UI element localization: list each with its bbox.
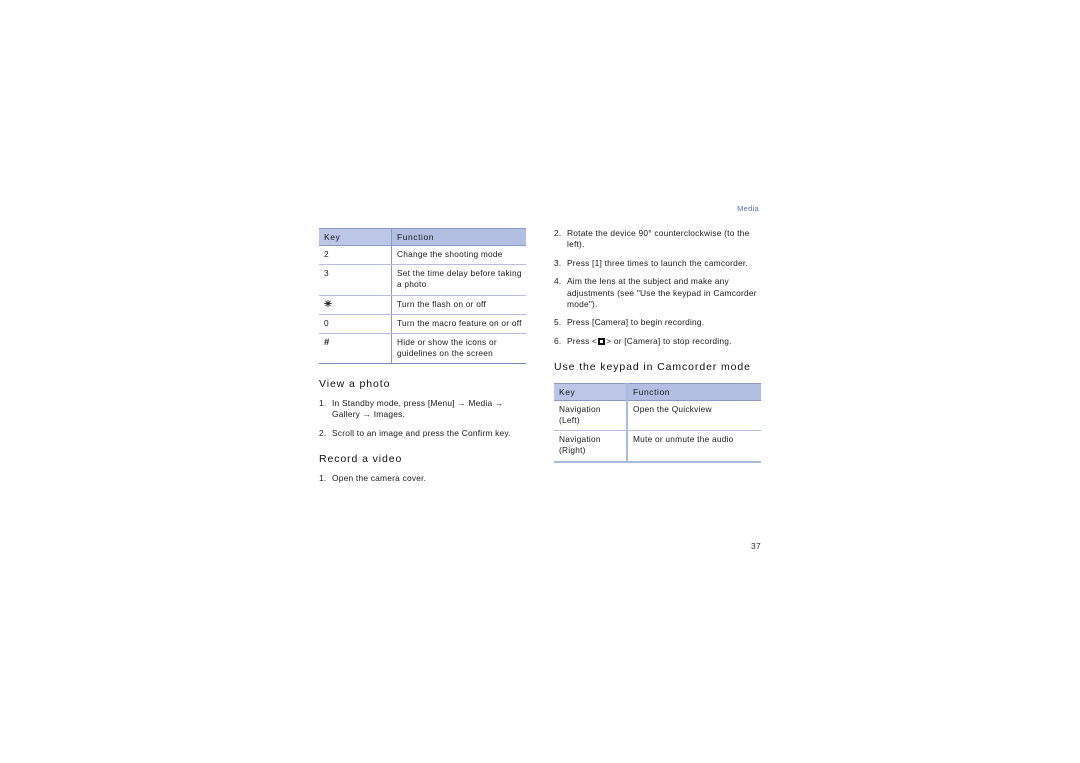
table-row: Navigation (Left) Open the Quickview (554, 400, 761, 432)
table-row: 0 Turn the macro feature on or off (319, 314, 526, 335)
table-row: # Hide or show the icons or guidelines o… (319, 333, 526, 365)
list-item: 6. Press < > or [Camera] to stop recordin… (554, 336, 761, 347)
table-cell-function: Open the Quickview (627, 400, 761, 432)
softkey-square-icon (598, 337, 606, 345)
heading-record-a-video: Record a video (319, 453, 403, 466)
list-marker: 2. (319, 427, 327, 438)
list-item-text: Aim the lens at the subject and make any… (567, 276, 757, 310)
table-header-row: Key Function (554, 383, 761, 401)
right-column: 2. Rotate the device 90° counterclockwis… (554, 228, 761, 463)
table-cell-function: Turn the macro feature on or off (391, 314, 526, 335)
list-item-text: Rotate the device 90° counterclockwise (… (567, 228, 750, 250)
left-column: Key Function 2 Change the shooting mode … (319, 228, 526, 484)
list-item: 4. Aim the lens at the subject and make … (554, 276, 761, 310)
table-cell-key: # (319, 333, 392, 365)
list-item-text: Press [Camera] to begin recording. (567, 317, 705, 328)
document-page: Media Key Function 2 Change the shooting… (0, 0, 1080, 763)
pound-key-icon: # (324, 337, 330, 349)
table-cell-key: 2 (319, 245, 392, 266)
table-header-key: Key (319, 228, 392, 246)
table-header-function: Function (627, 383, 761, 401)
table-cell-key: Navigation (Right) (554, 430, 628, 463)
list-item-text: Press [1] three times to launch the camc… (567, 257, 748, 268)
table-header-row: Key Function (319, 228, 526, 246)
list-item-text: In Standby mode, press [Menu] → Media → … (332, 397, 504, 420)
list-item: 2. Rotate the device 90° counterclockwis… (554, 228, 761, 251)
camera-key-table: Key Function 2 Change the shooting mode … (319, 228, 526, 365)
table-cell-function: Hide or show the icons or guidelines on … (391, 333, 526, 365)
list-item: 1. In Standby mode, press [Menu] → Media… (319, 398, 526, 421)
list-marker: 1. (319, 472, 327, 483)
record-video-steps-continued: 2. Rotate the device 90° counterclockwis… (554, 228, 761, 347)
running-header: Media (737, 204, 759, 213)
table-header-function: Function (391, 228, 526, 246)
list-marker: 4. (554, 276, 562, 287)
table-cell-key: Navigation (Left) (554, 400, 628, 432)
camcorder-key-table: Key Function Navigation (Left) Open the … (554, 382, 761, 463)
list-marker: 6. (554, 335, 562, 346)
table-cell-function: Mute or unmute the audio (627, 430, 761, 463)
page-number: 37 (750, 541, 761, 551)
table-cell-key: ✳ (319, 295, 392, 315)
table-cell-function: Change the shooting mode (391, 245, 526, 266)
heading-view-a-photo: View a photo (319, 378, 391, 391)
list-item-text-after-icon: > or [Camera] to stop recording. (606, 335, 732, 346)
list-item: 5. Press [Camera] to begin recording. (554, 317, 761, 328)
record-a-video-steps: 1. Open the camera cover. (319, 473, 526, 484)
list-marker: 1. (319, 397, 327, 408)
list-marker: 5. (554, 317, 562, 328)
list-item: 2. Scroll to an image and press the Conf… (319, 428, 526, 439)
table-header-key: Key (554, 383, 628, 401)
table-cell-key: 0 (319, 314, 392, 335)
table-row: ✳ Turn the flash on or off (319, 295, 526, 315)
list-item-text: Scroll to an image and press the Confirm… (332, 427, 511, 438)
table-row: 3 Set the time delay before taking a pho… (319, 264, 526, 296)
list-item-text: Open the camera cover. (332, 472, 427, 483)
list-marker: 2. (554, 228, 562, 238)
table-cell-function: Set the time delay before taking a photo (391, 264, 526, 296)
list-item: 3. Press [1] three times to launch the c… (554, 258, 761, 269)
heading-use-keypad-camcorder-mode: Use the keypad in Camcorder mode (554, 361, 751, 374)
table-row: 2 Change the shooting mode (319, 245, 526, 266)
table-cell-key: 3 (319, 264, 392, 296)
asterisk-key-icon: ✳ (324, 298, 333, 310)
table-row: Navigation (Right) Mute or unmute the au… (554, 430, 761, 463)
list-marker: 3. (554, 257, 562, 268)
table-cell-function: Turn the flash on or off (391, 295, 526, 315)
view-a-photo-steps: 1. In Standby mode, press [Menu] → Media… (319, 398, 526, 439)
list-item-text-before-icon: Press < (567, 335, 598, 346)
list-item: 1. Open the camera cover. (319, 473, 526, 484)
